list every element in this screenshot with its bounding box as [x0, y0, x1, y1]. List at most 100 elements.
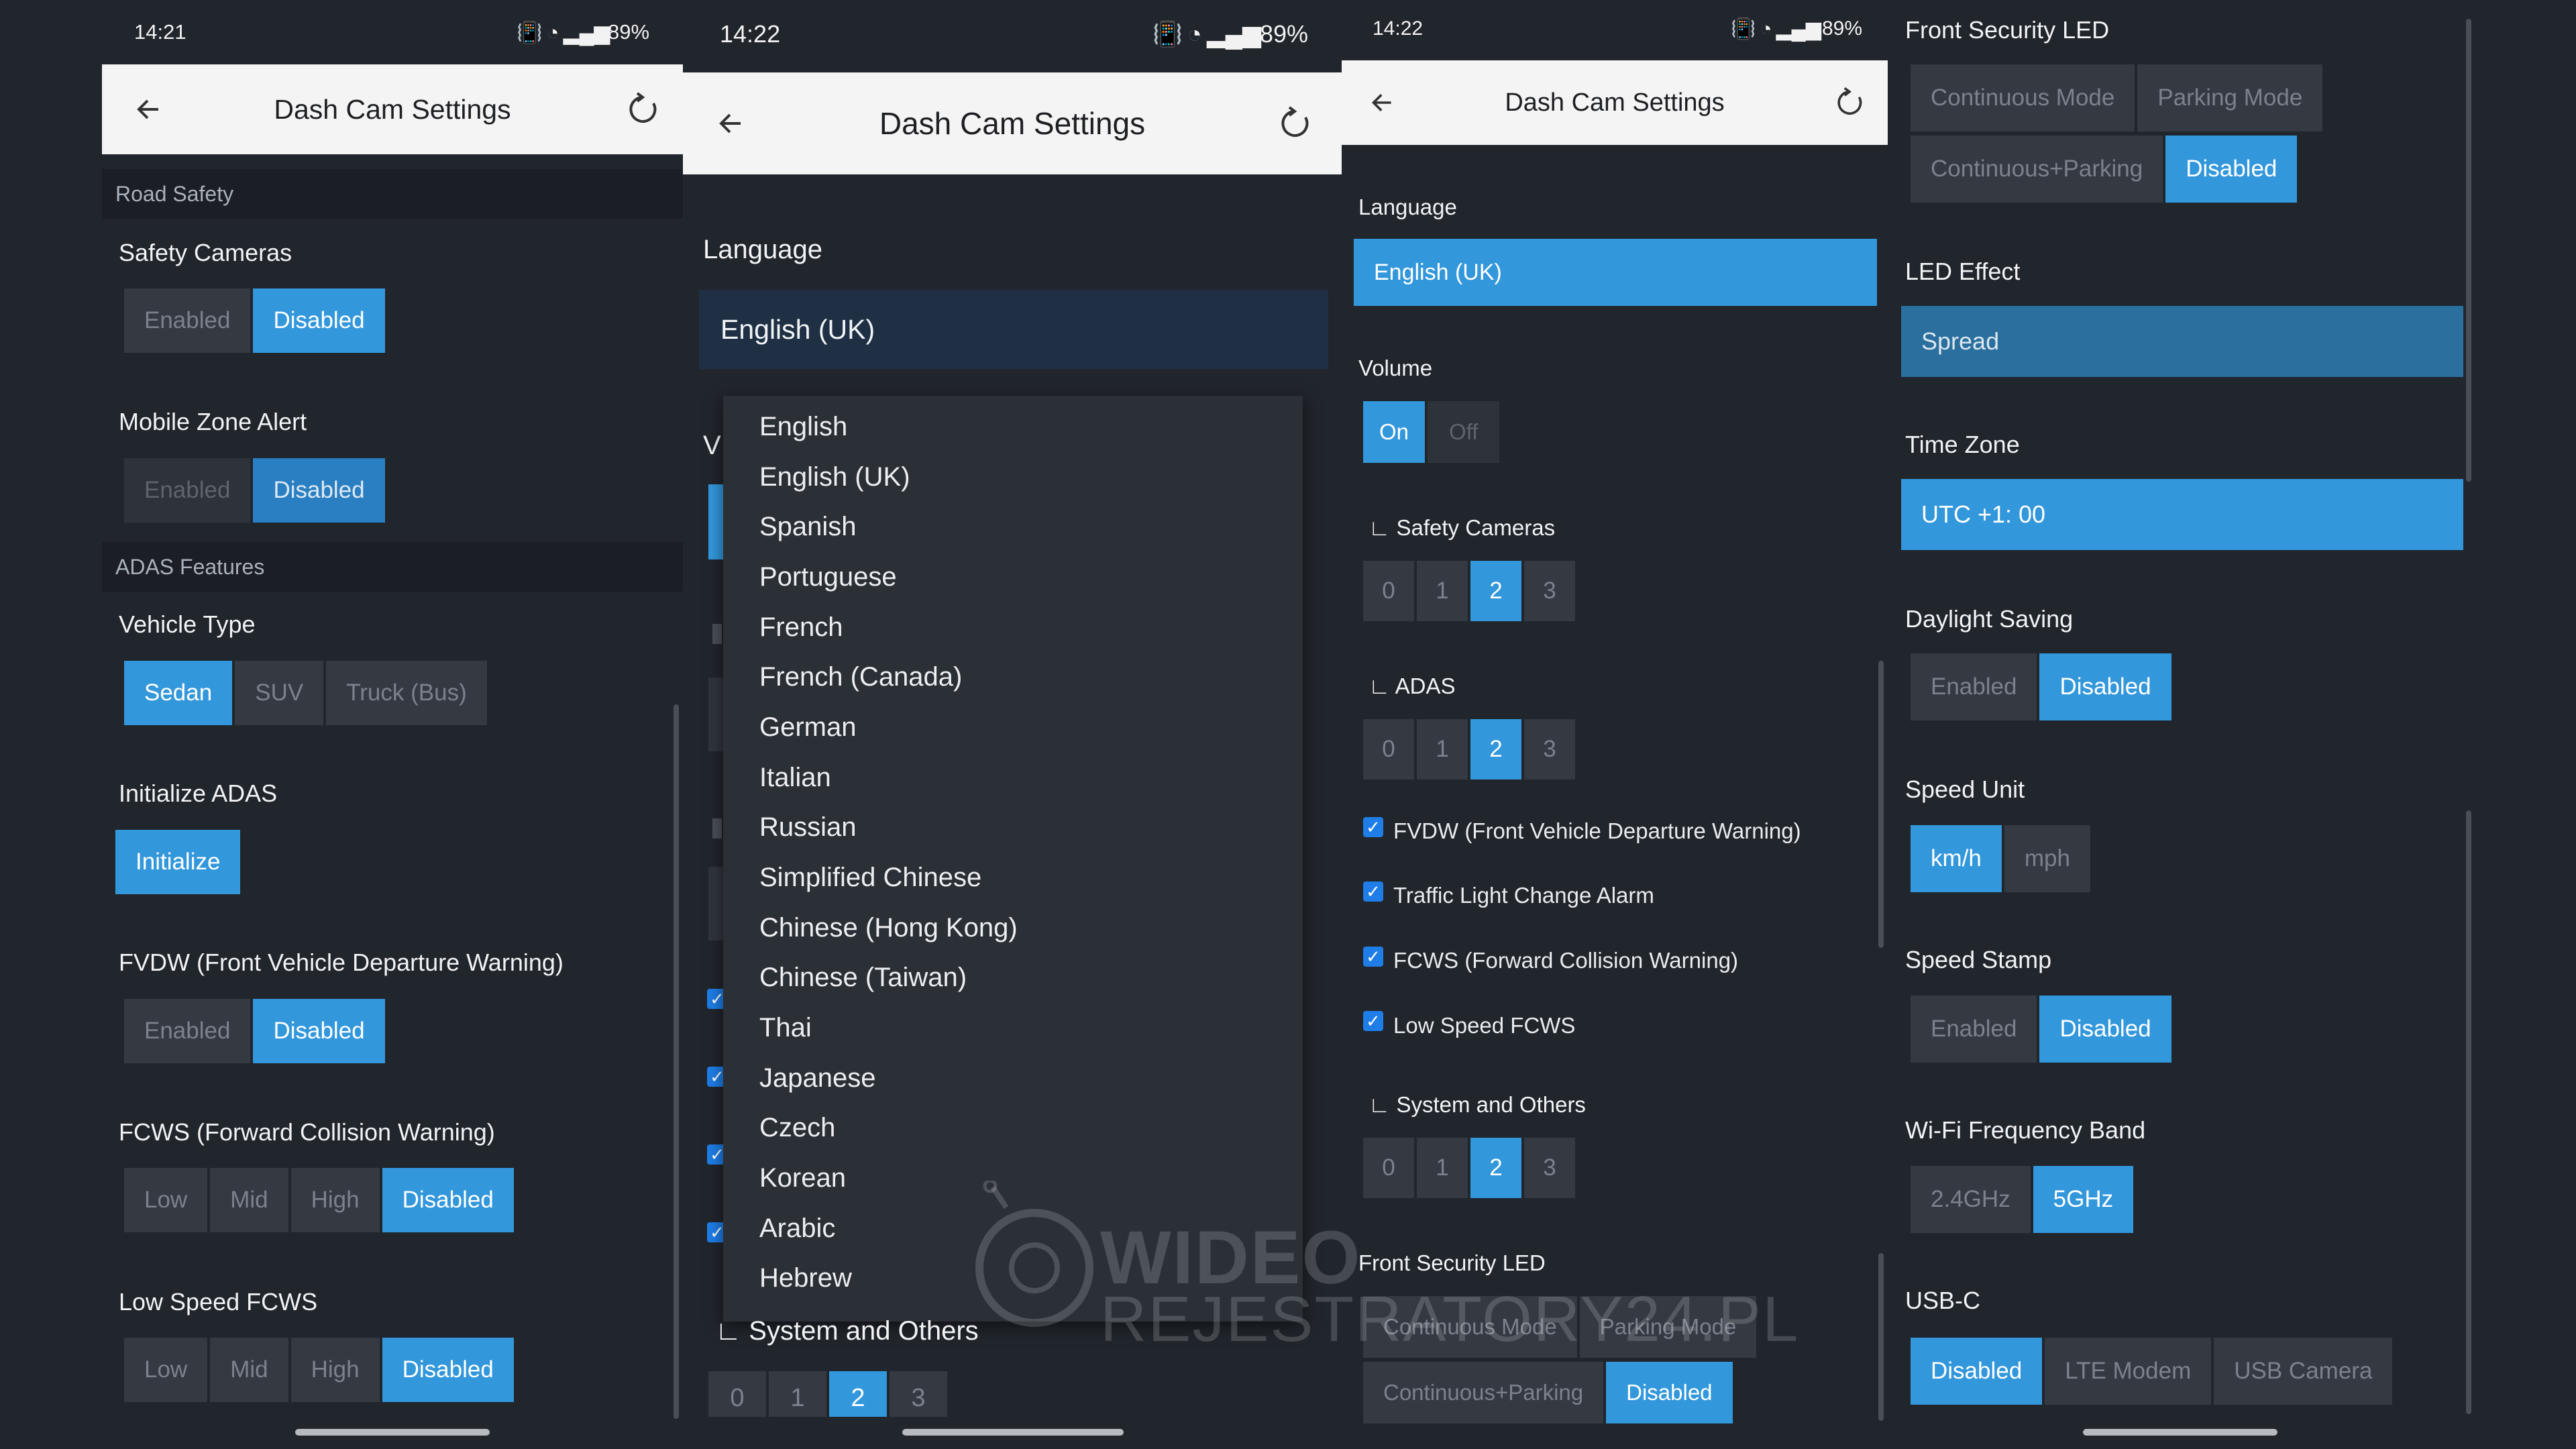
language-select[interactable]: English (UK): [1354, 239, 1877, 306]
system-level-0[interactable]: 0: [1363, 1138, 1414, 1198]
system-level-2[interactable]: 2: [1470, 1138, 1521, 1198]
front-led-continuous-parking[interactable]: Continuous+Parking: [1363, 1362, 1604, 1424]
fcws-low[interactable]: Low: [124, 1168, 208, 1232]
language-option[interactable]: Italian: [759, 763, 831, 793]
time-zone-select[interactable]: UTC +1: 00: [1901, 479, 2463, 550]
language-option[interactable]: Chinese (Taiwan): [759, 963, 967, 993]
adas-level-0[interactable]: 0: [1363, 719, 1414, 780]
safety-level-1[interactable]: 1: [1417, 561, 1468, 621]
language-option[interactable]: Czech: [759, 1113, 835, 1143]
system-label-text: System and Others: [749, 1316, 979, 1346]
time-zone-label: Time Zone: [1905, 431, 2020, 458]
traffic-light-checkbox[interactable]: ✓: [1363, 881, 1383, 902]
volume-label-partial: V: [703, 431, 721, 460]
back-arrow-icon[interactable]: [711, 103, 751, 144]
status-icons: 📳 ◔ ▂▄▆: [1152, 20, 1261, 48]
language-label: Language: [1358, 195, 1457, 219]
fvdw-enabled[interactable]: Enabled: [124, 999, 251, 1063]
language-option[interactable]: Japanese: [759, 1063, 875, 1093]
front-led-disabled[interactable]: Disabled: [2165, 136, 2298, 203]
panel3-scrollbar[interactable]: [1878, 661, 1884, 948]
daylight-saving-enabled[interactable]: Enabled: [1911, 653, 2037, 720]
page-title: Dash Cam Settings: [879, 106, 1146, 141]
back-arrow-icon[interactable]: [1364, 85, 1401, 121]
usb-c-lte-modem[interactable]: LTE Modem: [2045, 1338, 2212, 1405]
front-led-disabled[interactable]: Disabled: [1606, 1362, 1733, 1424]
safety-level-3[interactable]: 3: [1524, 561, 1575, 621]
fvdw-checkbox[interactable]: ✓: [1363, 817, 1383, 837]
speed-stamp-disabled[interactable]: Disabled: [2039, 996, 2171, 1063]
front-led-row-2: Continuous+Parking Disabled: [1363, 1362, 1733, 1424]
adas-level-3[interactable]: 3: [1524, 719, 1575, 780]
safety-level-0[interactable]: 0: [1363, 561, 1414, 621]
vehicle-type-suv[interactable]: SUV: [235, 661, 324, 725]
reset-icon[interactable]: [1831, 85, 1868, 121]
safety-cameras-enabled[interactable]: Enabled: [124, 288, 251, 353]
volume-on[interactable]: On: [1363, 401, 1426, 463]
front-led-parking[interactable]: Parking Mode: [2137, 64, 2323, 131]
mobile-zone-enabled[interactable]: Enabled: [124, 458, 251, 523]
volume-toggle: On Off: [1363, 401, 1500, 463]
language-option[interactable]: Thai: [759, 1013, 812, 1043]
language-option[interactable]: Arabic: [759, 1214, 835, 1244]
panel4-home-indicator[interactable]: [2083, 1429, 2277, 1436]
speed-stamp-enabled[interactable]: Enabled: [1911, 996, 2037, 1063]
reset-icon[interactable]: [623, 89, 663, 129]
daylight-saving-disabled[interactable]: Disabled: [2039, 653, 2171, 720]
language-option[interactable]: Russian: [759, 812, 857, 843]
low-speed-disabled[interactable]: Disabled: [382, 1338, 514, 1402]
initialize-adas-button[interactable]: Initialize: [115, 830, 241, 894]
wifi-band-24[interactable]: 2.4GHz: [1911, 1166, 2031, 1233]
usb-c-toggle: Disabled LTE Modem USB Camera: [1911, 1338, 2393, 1405]
language-option[interactable]: French: [759, 612, 843, 643]
language-option[interactable]: Korean: [759, 1163, 846, 1193]
vehicle-type-sedan[interactable]: Sedan: [124, 661, 233, 725]
speed-unit-mph[interactable]: mph: [2004, 825, 2090, 892]
back-arrow-icon[interactable]: [129, 89, 169, 129]
system-level-1[interactable]: 1: [1417, 1138, 1468, 1198]
fcws-mid[interactable]: Mid: [210, 1168, 288, 1232]
usb-c-disabled[interactable]: Disabled: [1911, 1338, 2043, 1405]
system-level-3[interactable]: 3: [1524, 1138, 1575, 1198]
mobile-zone-disabled[interactable]: Disabled: [253, 458, 385, 523]
front-led-continuous[interactable]: Continuous Mode: [1911, 64, 2135, 131]
language-option[interactable]: English (UK): [759, 462, 910, 492]
language-option[interactable]: French (Canada): [759, 662, 962, 692]
language-option[interactable]: German: [759, 712, 857, 743]
panel4-scrollbar-top[interactable]: [2466, 19, 2471, 482]
low-speed-low[interactable]: Low: [124, 1338, 208, 1402]
safety-cameras-disabled[interactable]: Disabled: [253, 288, 385, 353]
adas-level-2[interactable]: 2: [1470, 719, 1521, 780]
panel4-scrollbar-bottom[interactable]: [2466, 810, 2471, 1414]
low-speed-high[interactable]: High: [290, 1338, 380, 1402]
panel3-edge-scrollbar[interactable]: [1878, 1253, 1884, 1421]
fcws-checkbox[interactable]: ✓: [1363, 947, 1383, 967]
speed-unit-kmh[interactable]: km/h: [1911, 825, 2002, 892]
language-option[interactable]: English: [759, 412, 847, 442]
fvdw-disabled[interactable]: Disabled: [253, 999, 385, 1063]
panel1-home-indicator[interactable]: [295, 1429, 490, 1436]
safety-level-2[interactable]: 2: [1470, 561, 1521, 621]
language-option[interactable]: Hebrew: [759, 1263, 852, 1293]
volume-off[interactable]: Off: [1428, 401, 1500, 463]
language-option[interactable]: Portuguese: [759, 562, 897, 592]
language-option[interactable]: Simplified Chinese: [759, 863, 981, 893]
low-speed-fcws-checkbox[interactable]: ✓: [1363, 1011, 1383, 1031]
reset-icon[interactable]: [1275, 103, 1315, 144]
speed-stamp-label: Speed Stamp: [1905, 946, 2052, 973]
led-effect-select[interactable]: Spread: [1901, 306, 2463, 377]
panel2-home-indicator[interactable]: [902, 1429, 1124, 1436]
adas-level: 0 1 2 3: [1363, 719, 1575, 780]
wifi-band-5[interactable]: 5GHz: [2033, 1166, 2134, 1233]
vehicle-type-truck[interactable]: Truck (Bus): [326, 661, 487, 725]
language-option[interactable]: Spanish: [759, 512, 857, 542]
panel1-scrollbar[interactable]: [674, 704, 679, 1419]
fcws-high[interactable]: High: [290, 1168, 380, 1232]
low-speed-mid[interactable]: Mid: [210, 1338, 288, 1402]
language-option[interactable]: Chinese (Hong Kong): [759, 913, 1018, 943]
usb-c-usb-camera[interactable]: USB Camera: [2214, 1338, 2393, 1405]
front-led-continuous-parking[interactable]: Continuous+Parking: [1911, 136, 2163, 203]
fcws-disabled[interactable]: Disabled: [382, 1168, 514, 1232]
adas-level-1[interactable]: 1: [1417, 719, 1468, 780]
language-select[interactable]: English (UK): [699, 290, 1328, 369]
